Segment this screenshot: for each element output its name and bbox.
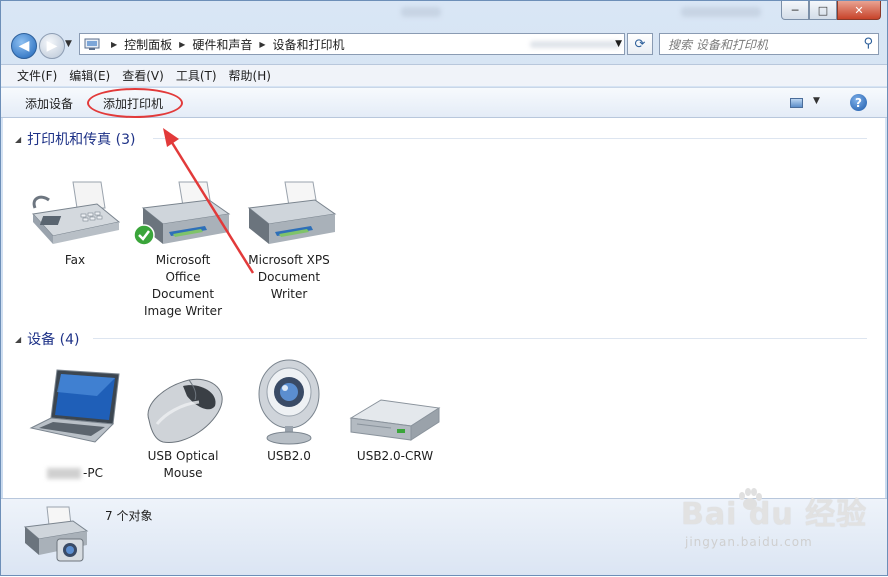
collapse-triangle-icon[interactable]: ◢	[15, 135, 21, 144]
object-count: 7 个对象	[105, 509, 153, 523]
breadcrumb-separator-icon[interactable]: ▶	[179, 40, 185, 49]
baidu-paw-icon	[739, 488, 762, 510]
help-icon[interactable]: ?	[850, 94, 867, 111]
menu-tools[interactable]: 工具(T)	[170, 67, 223, 84]
search-icon[interactable]: ⚲	[863, 36, 873, 51]
window-controls: ─ □ ✕	[781, 1, 881, 20]
change-view-icon[interactable]	[790, 98, 803, 108]
device-tile-office-image-writer[interactable]: Microsoft Office Document Image Writer	[133, 178, 233, 320]
mouse-icon	[147, 378, 223, 443]
breadcrumb: ▶ 控制面板 ▶ 硬件和声音 ▶ 设备和打印机	[104, 36, 345, 53]
device-tile-mouse[interactable]: USB Optical Mouse	[133, 366, 233, 482]
content-pane: ◢ 打印机和传真 (3) Fax Microsoft Office Docume…	[3, 118, 885, 498]
device-tile-pc[interactable]: -PC	[25, 366, 125, 482]
devices-and-printers-window: ─ □ ✕ ◀ ▶ ▼ ▶ 控制面板 ▶ 硬件和声音 ▶ 设备和打印机 ▼ ⟳ …	[0, 0, 888, 576]
menu-bar: 文件(F) 编辑(E) 查看(V) 工具(T) 帮助(H)	[1, 64, 887, 86]
forward-button[interactable]: ▶	[39, 33, 65, 59]
group-header-printers[interactable]: ◢ 打印机和传真 (3)	[15, 129, 135, 149]
group-divider	[153, 138, 867, 139]
recent-pages-dropdown[interactable]: ▼	[65, 39, 72, 49]
maximize-button[interactable]: □	[809, 1, 837, 20]
menu-file[interactable]: 文件(F)	[11, 67, 63, 84]
default-printer-check-icon	[133, 224, 155, 246]
forward-arrow-icon: ▶	[46, 38, 58, 54]
breadcrumb-separator-icon[interactable]: ▶	[111, 40, 117, 49]
drive-icon	[349, 399, 441, 441]
device-tile-fax[interactable]: Fax	[25, 178, 125, 269]
add-printer-highlight-ellipse	[87, 88, 183, 118]
title-bar: ─ □ ✕	[1, 1, 887, 27]
minimize-button[interactable]: ─	[781, 1, 809, 20]
fax-icon	[32, 181, 121, 244]
blurred-title-region	[681, 7, 761, 17]
refresh-button[interactable]: ⟳	[627, 33, 653, 55]
address-bar[interactable]: ▶ 控制面板 ▶ 硬件和声音 ▶ 设备和打印机 ▼	[79, 33, 625, 55]
collapse-triangle-icon[interactable]: ◢	[15, 335, 21, 344]
back-button[interactable]: ◀	[11, 33, 37, 59]
device-label: USB2.0	[267, 449, 311, 463]
address-dropdown-icon[interactable]: ▼	[615, 39, 622, 49]
add-device-button[interactable]: 添加设备	[25, 95, 73, 112]
breadcrumb-devices-printers[interactable]: 设备和打印机	[273, 36, 345, 53]
device-label: Microsoft Office Document Image Writer	[143, 253, 222, 318]
search-input[interactable]	[666, 35, 860, 55]
group-title-devices: 设备 (4)	[27, 332, 80, 348]
watermark-logo: Bai du 经验	[681, 497, 868, 532]
watermark-url: jingyan.baidu.com	[685, 535, 813, 549]
menu-edit[interactable]: 编辑(E)	[63, 67, 116, 84]
back-arrow-icon: ◀	[18, 38, 30, 54]
device-label: Fax	[64, 253, 86, 267]
baidu-watermark: Bai du 经验 jingyan.baidu.com	[681, 488, 868, 549]
breadcrumb-control-panel[interactable]: 控制面板	[124, 36, 172, 53]
view-options-dropdown[interactable]: ▼	[813, 96, 820, 106]
close-button[interactable]: ✕	[837, 1, 881, 20]
breadcrumb-hardware-sound[interactable]: 硬件和声音	[192, 36, 252, 53]
device-label: USB2.0-CRW	[356, 449, 434, 463]
menu-view[interactable]: 查看(V)	[116, 67, 170, 84]
device-label: USB Optical Mouse	[147, 449, 219, 480]
breadcrumb-separator-icon[interactable]: ▶	[259, 40, 265, 49]
device-tile-usb-webcam[interactable]: USB2.0	[239, 354, 339, 465]
group-header-devices[interactable]: ◢ 设备 (4)	[15, 329, 79, 349]
blurred-device-name	[47, 468, 82, 479]
printer-icon	[247, 181, 337, 244]
webcam-icon	[258, 359, 320, 445]
group-title-printers: 打印机和传真 (3)	[27, 132, 136, 148]
device-tile-xps-writer[interactable]: Microsoft XPS Document Writer	[239, 178, 339, 303]
control-panel-icon	[84, 38, 100, 50]
laptop-icon	[29, 369, 120, 443]
device-label: -PC	[83, 466, 103, 480]
blurred-title-region	[401, 7, 441, 17]
blurred-address-region	[530, 41, 620, 48]
menu-help[interactable]: 帮助(H)	[223, 67, 277, 84]
refresh-icon: ⟳	[634, 36, 646, 52]
group-divider	[93, 338, 867, 339]
navigation-bar: ◀ ▶ ▼ ▶ 控制面板 ▶ 硬件和声音 ▶ 设备和打印机 ▼ ⟳ ⚲	[1, 27, 887, 63]
device-label-wrapper: -PC	[25, 448, 125, 482]
printer-camera-icon	[23, 506, 89, 562]
device-label: Microsoft XPS Document Writer	[248, 253, 330, 301]
search-box[interactable]: ⚲	[659, 33, 879, 55]
device-tile-card-reader[interactable]: USB2.0-CRW	[345, 374, 445, 465]
